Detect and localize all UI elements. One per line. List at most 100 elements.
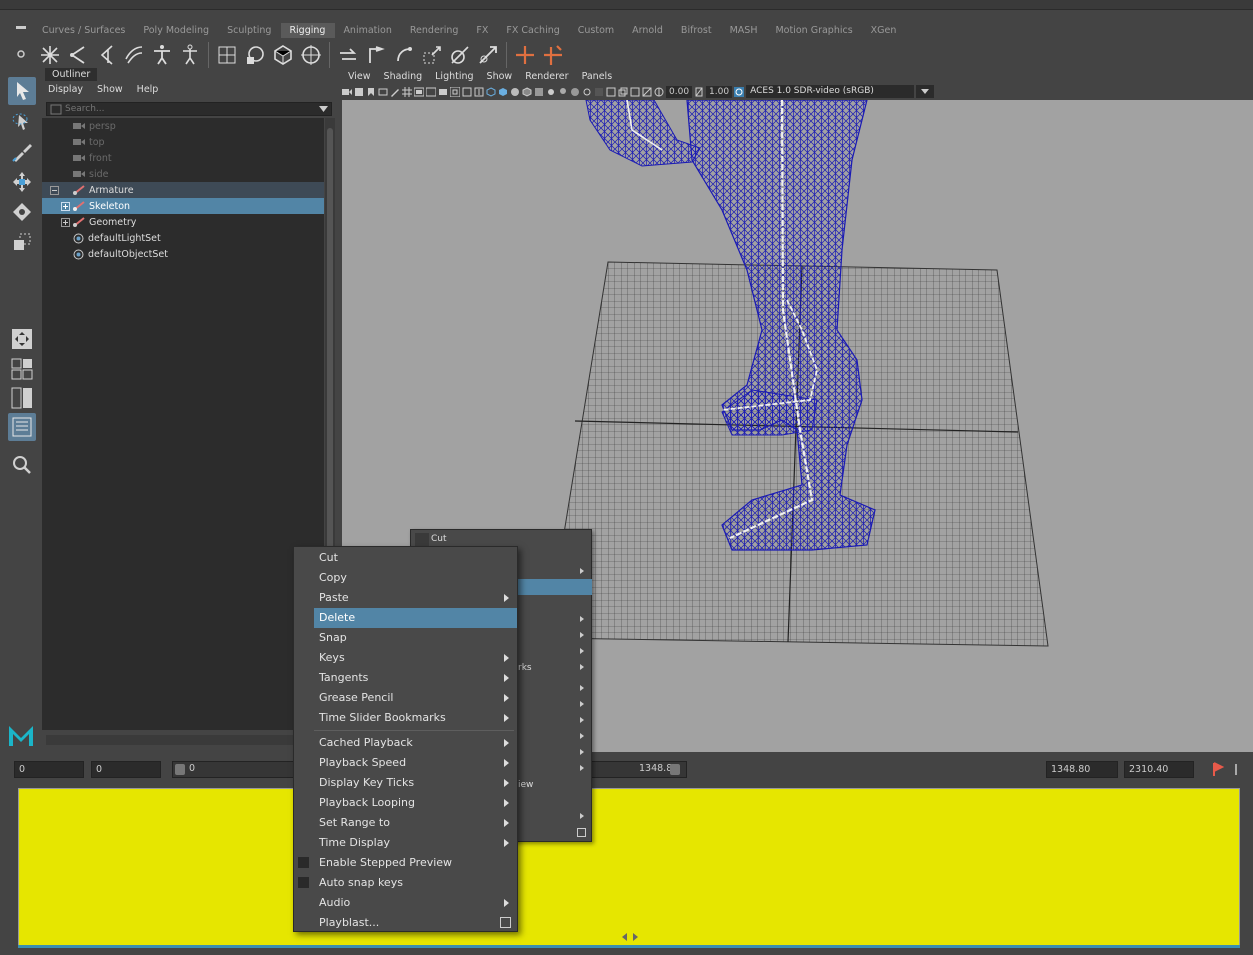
four-pane-layout-icon[interactable] <box>8 355 36 383</box>
shelf-tab[interactable]: Sculpting <box>219 23 281 38</box>
single-pane-layout-icon[interactable] <box>8 325 36 353</box>
menu-item-playback-looping[interactable]: Playback Looping <box>314 793 517 813</box>
outliner-item-armature[interactable]: Armature <box>42 182 324 198</box>
shelf-tab[interactable]: MASH <box>722 23 768 38</box>
gamma-icon[interactable] <box>694 87 704 97</box>
menu-item-cached-playback[interactable]: Cached Playback <box>314 733 517 753</box>
gate-mask-icon[interactable] <box>438 87 448 97</box>
motion-blur-icon[interactable] <box>582 87 592 97</box>
menu-item-time-slider-bookmarks[interactable]: Time Slider Bookmarks <box>314 708 517 728</box>
back-menu-highlight[interactable] <box>516 579 592 595</box>
back-menu-partial-item[interactable]: rks <box>518 663 532 673</box>
color-management-icon[interactable] <box>734 86 745 97</box>
ik-handle-icon[interactable] <box>64 41 92 69</box>
locator-icon[interactable] <box>334 41 362 69</box>
ik-spline-icon[interactable] <box>92 41 120 69</box>
outliner-layout-icon[interactable] <box>8 413 36 441</box>
shelf-tab[interactable]: Arnold <box>624 23 673 38</box>
exposure-field[interactable]: 0.00 <box>666 85 693 98</box>
outliner-item-side[interactable]: side <box>42 166 324 182</box>
filter-icon[interactable] <box>50 104 62 115</box>
aim-constraint-icon[interactable] <box>362 41 390 69</box>
safe-title-icon[interactable] <box>474 87 484 97</box>
viewport-menu-panels[interactable]: Panels <box>582 70 613 84</box>
shadows-icon[interactable] <box>558 87 568 97</box>
shelf-tab[interactable]: Motion Graphics <box>767 23 862 38</box>
parent-constraint-icon[interactable] <box>446 41 474 69</box>
shelf-tab[interactable]: Custom <box>570 23 624 38</box>
outliner-item-defaultlightset[interactable]: defaultLightSet <box>42 230 324 246</box>
outliner-search-input[interactable] <box>65 103 305 115</box>
pole-vector-icon[interactable] <box>474 41 502 69</box>
outliner-tab[interactable]: Outliner <box>45 68 98 81</box>
menu-item-tangents[interactable]: Tangents <box>314 668 517 688</box>
humanik-icon[interactable] <box>148 41 176 69</box>
shelf-tab[interactable]: XGen <box>863 23 907 38</box>
ambient-occlusion-icon[interactable] <box>570 87 580 97</box>
exposure-icon[interactable] <box>654 87 664 97</box>
shelf-tab[interactable]: FX Caching <box>498 23 569 38</box>
menu-item-display-key-ticks[interactable]: Display Key Ticks <box>314 773 517 793</box>
film-gate-icon[interactable] <box>414 87 424 97</box>
search-icon[interactable] <box>8 451 36 479</box>
shelf-tab[interactable]: Bifrost <box>673 23 722 38</box>
shelf-tab[interactable]: FX <box>468 23 498 38</box>
grid-icon[interactable] <box>402 86 412 97</box>
outliner-item-top[interactable]: top <box>42 134 324 150</box>
playback-end-field[interactable]: 1348.80 <box>1046 761 1118 778</box>
menu-item-playblast[interactable]: Playblast... <box>314 913 517 933</box>
animation-end-field[interactable]: 2310.40 <box>1124 761 1194 778</box>
scale-tool-icon[interactable] <box>8 228 36 256</box>
influence-icon[interactable] <box>297 41 325 69</box>
animation-start-field[interactable]: 0 <box>91 761 161 778</box>
orient-constraint-icon[interactable] <box>390 41 418 69</box>
shelf-options[interactable] <box>12 24 30 70</box>
menu-item-audio[interactable]: Audio <box>314 893 517 913</box>
image-plane-icon[interactable] <box>378 87 388 97</box>
isolate-select-icon[interactable] <box>618 87 628 97</box>
option-box-icon[interactable] <box>577 828 586 837</box>
menu-item-cut[interactable]: Cut <box>314 548 517 568</box>
back-menu-partial-item[interactable]: iew <box>518 780 533 790</box>
shelf-tab[interactable]: Poly Modeling <box>135 23 219 38</box>
lattice-icon[interactable] <box>539 41 567 69</box>
create-joints-icon[interactable] <box>36 41 64 69</box>
outliner-item-skeleton[interactable]: Skeleton <box>42 198 324 214</box>
option-box-icon[interactable] <box>500 917 511 928</box>
collapse-icon[interactable] <box>42 185 59 195</box>
menu-item-paste[interactable]: Paste <box>314 588 517 608</box>
shelf-tab[interactable]: Animation <box>335 23 401 38</box>
menu-item-keys[interactable]: Keys <box>314 648 517 668</box>
scale-constraint-icon[interactable] <box>418 41 446 69</box>
color-space-dropdown[interactable]: ACES 1.0 SDR-video (sRGB) <box>746 85 915 98</box>
wireframe-on-shaded-icon[interactable] <box>522 86 532 97</box>
paint-select-tool-icon[interactable] <box>8 138 36 166</box>
checkbox-icon[interactable] <box>298 877 309 888</box>
checkbox-icon[interactable] <box>298 857 309 868</box>
smooth-shade-icon[interactable] <box>498 87 508 97</box>
menu-item-copy[interactable]: Copy <box>314 568 517 588</box>
lasso-tool-icon[interactable] <box>8 108 36 136</box>
outliner-item-persp[interactable]: persp <box>42 118 324 134</box>
time-slider[interactable] <box>18 788 1240 948</box>
chevron-down-icon[interactable] <box>916 85 935 98</box>
viewport-menu-shading[interactable]: Shading <box>384 70 423 84</box>
xray-icon[interactable] <box>630 87 640 97</box>
scene-start-field[interactable]: 0 <box>14 761 84 778</box>
menu-item-snap[interactable]: Snap <box>314 628 517 648</box>
wireframe-icon[interactable] <box>486 86 496 97</box>
cluster-icon[interactable] <box>511 41 539 69</box>
use-all-lights-icon[interactable] <box>546 87 556 97</box>
time-slider-resize-icon[interactable] <box>621 932 639 942</box>
select-tool-icon[interactable] <box>8 77 36 105</box>
outliner-menu-help[interactable]: Help <box>137 84 159 95</box>
auto-key-icon[interactable] <box>1210 761 1226 778</box>
bind-skin-icon[interactable] <box>213 41 241 69</box>
outliner-menu-show[interactable]: Show <box>97 84 123 95</box>
paint-weights-icon[interactable] <box>269 41 297 69</box>
shelf-tab[interactable]: Rendering <box>402 23 469 38</box>
expand-icon[interactable] <box>42 217 72 227</box>
safe-action-icon[interactable] <box>462 87 472 97</box>
menu-item-grease-pencil[interactable]: Grease Pencil <box>314 688 517 708</box>
skeleton-icon[interactable] <box>176 41 204 69</box>
